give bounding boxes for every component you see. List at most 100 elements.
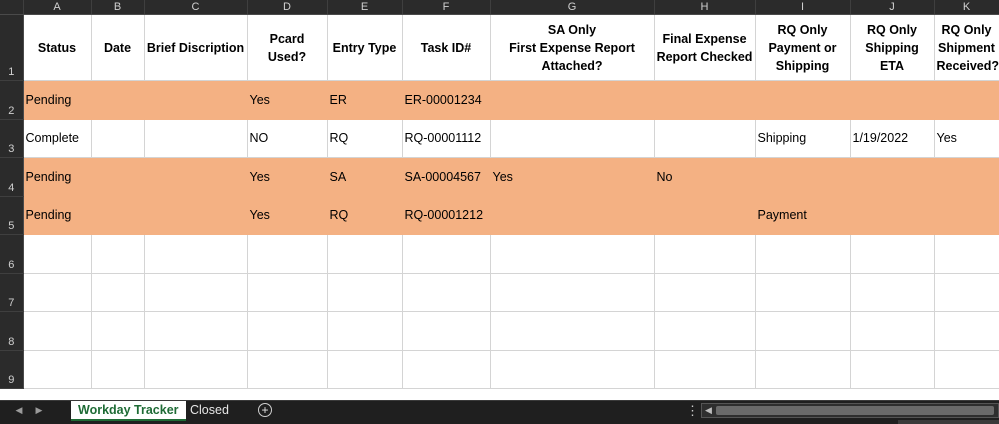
row-number[interactable]: 2 <box>0 80 24 120</box>
row-number[interactable]: 9 <box>0 350 24 389</box>
column-title-a[interactable]: Status <box>23 14 92 81</box>
cell-j[interactable]: 1/19/2022 <box>850 119 935 158</box>
cell-d[interactable] <box>247 273 328 312</box>
cell-a[interactable] <box>23 273 92 312</box>
cell-k[interactable] <box>934 196 999 235</box>
cell-c[interactable] <box>144 196 248 235</box>
cell-i[interactable] <box>755 311 851 351</box>
cell-b[interactable] <box>91 196 145 235</box>
cell-d[interactable]: Yes <box>247 80 328 120</box>
cell-b[interactable] <box>91 80 145 120</box>
cell-k[interactable] <box>934 234 999 274</box>
row-number[interactable]: 1 <box>0 14 24 81</box>
cell-a[interactable]: Pending <box>23 80 92 120</box>
plus-circle-icon[interactable]: + <box>258 403 272 417</box>
cell-b[interactable] <box>91 350 145 389</box>
row-number[interactable]: 5 <box>0 196 24 235</box>
cell-k[interactable] <box>934 273 999 312</box>
cell-a[interactable]: Complete <box>23 119 92 158</box>
cell-e[interactable]: RQ <box>327 196 403 235</box>
column-title-e[interactable]: Entry Type <box>327 14 403 81</box>
cell-h[interactable] <box>654 350 756 389</box>
column-title-d[interactable]: Pcard Used? <box>247 14 328 81</box>
column-header-i[interactable]: I <box>755 0 851 15</box>
cell-c[interactable] <box>144 273 248 312</box>
cell-e[interactable] <box>327 273 403 312</box>
cell-d[interactable]: Yes <box>247 157 328 197</box>
cell-d[interactable] <box>247 350 328 389</box>
row-number[interactable]: 6 <box>0 234 24 274</box>
cell-e[interactable]: SA <box>327 157 403 197</box>
column-header-b[interactable]: B <box>91 0 145 15</box>
cell-i[interactable] <box>755 273 851 312</box>
cell-i[interactable] <box>755 80 851 120</box>
cell-f[interactable]: RQ-00001112 <box>402 119 491 158</box>
cell-f[interactable] <box>402 350 491 389</box>
cell-b[interactable] <box>91 311 145 351</box>
column-header-e[interactable]: E <box>327 0 403 15</box>
cell-h[interactable] <box>654 80 756 120</box>
cell-g[interactable] <box>490 119 655 158</box>
cell-b[interactable] <box>91 234 145 274</box>
cell-h[interactable] <box>654 119 756 158</box>
cell-a[interactable] <box>23 350 92 389</box>
column-title-k[interactable]: RQ Only Shipment Received? <box>934 14 999 81</box>
cell-a[interactable] <box>23 311 92 351</box>
column-title-c[interactable]: Brief Discription <box>144 14 248 81</box>
cell-h[interactable] <box>654 234 756 274</box>
cell-f[interactable] <box>402 311 491 351</box>
row-number[interactable]: 7 <box>0 273 24 312</box>
cell-j[interactable] <box>850 234 935 274</box>
cell-f[interactable]: SA-00004567 <box>402 157 491 197</box>
column-header-k[interactable]: K <box>934 0 999 15</box>
cell-i[interactable] <box>755 157 851 197</box>
cell-e[interactable] <box>327 350 403 389</box>
cell-k[interactable] <box>934 80 999 120</box>
tab-workday-tracker[interactable]: Workday Tracker <box>71 401 186 421</box>
cell-i[interactable]: Shipping <box>755 119 851 158</box>
cell-e[interactable]: RQ <box>327 119 403 158</box>
cell-j[interactable] <box>850 196 935 235</box>
cell-e[interactable]: ER <box>327 80 403 120</box>
cell-c[interactable] <box>144 80 248 120</box>
column-header-g[interactable]: G <box>490 0 655 15</box>
caret-right-icon[interactable]: ▶ <box>32 405 46 416</box>
cell-k[interactable] <box>934 350 999 389</box>
cell-h[interactable] <box>654 196 756 235</box>
column-header-h[interactable]: H <box>654 0 756 15</box>
cell-d[interactable] <box>247 311 328 351</box>
vertical-ellipsis-icon[interactable]: ⋮ <box>686 403 699 419</box>
cell-c[interactable] <box>144 234 248 274</box>
scroll-left-icon[interactable]: ◀ <box>705 405 712 416</box>
cell-j[interactable] <box>850 311 935 351</box>
cell-f[interactable]: RQ-00001212 <box>402 196 491 235</box>
cell-g[interactable]: Yes <box>490 157 655 197</box>
column-header-a[interactable]: A <box>23 0 92 15</box>
cell-h[interactable] <box>654 273 756 312</box>
cell-i[interactable] <box>755 350 851 389</box>
row-number[interactable]: 4 <box>0 157 24 197</box>
cell-e[interactable] <box>327 311 403 351</box>
cell-d[interactable] <box>247 234 328 274</box>
column-header-f[interactable]: F <box>402 0 491 15</box>
cell-g[interactable] <box>490 350 655 389</box>
tab-closed[interactable]: Closed <box>183 401 236 421</box>
cell-j[interactable] <box>850 350 935 389</box>
column-title-j[interactable]: RQ Only Shipping ETA <box>850 14 935 81</box>
column-title-f[interactable]: Task ID# <box>402 14 491 81</box>
cell-k[interactable] <box>934 157 999 197</box>
caret-left-icon[interactable]: ◀ <box>12 405 26 416</box>
cell-c[interactable] <box>144 119 248 158</box>
cell-a[interactable]: Pending <box>23 196 92 235</box>
cell-g[interactable] <box>490 80 655 120</box>
cell-b[interactable] <box>91 157 145 197</box>
cell-h[interactable] <box>654 311 756 351</box>
column-title-b[interactable]: Date <box>91 14 145 81</box>
row-number[interactable]: 3 <box>0 119 24 158</box>
cell-f[interactable] <box>402 234 491 274</box>
cell-g[interactable] <box>490 311 655 351</box>
cell-j[interactable] <box>850 157 935 197</box>
cell-i[interactable]: Payment <box>755 196 851 235</box>
cell-j[interactable] <box>850 273 935 312</box>
cell-c[interactable] <box>144 350 248 389</box>
